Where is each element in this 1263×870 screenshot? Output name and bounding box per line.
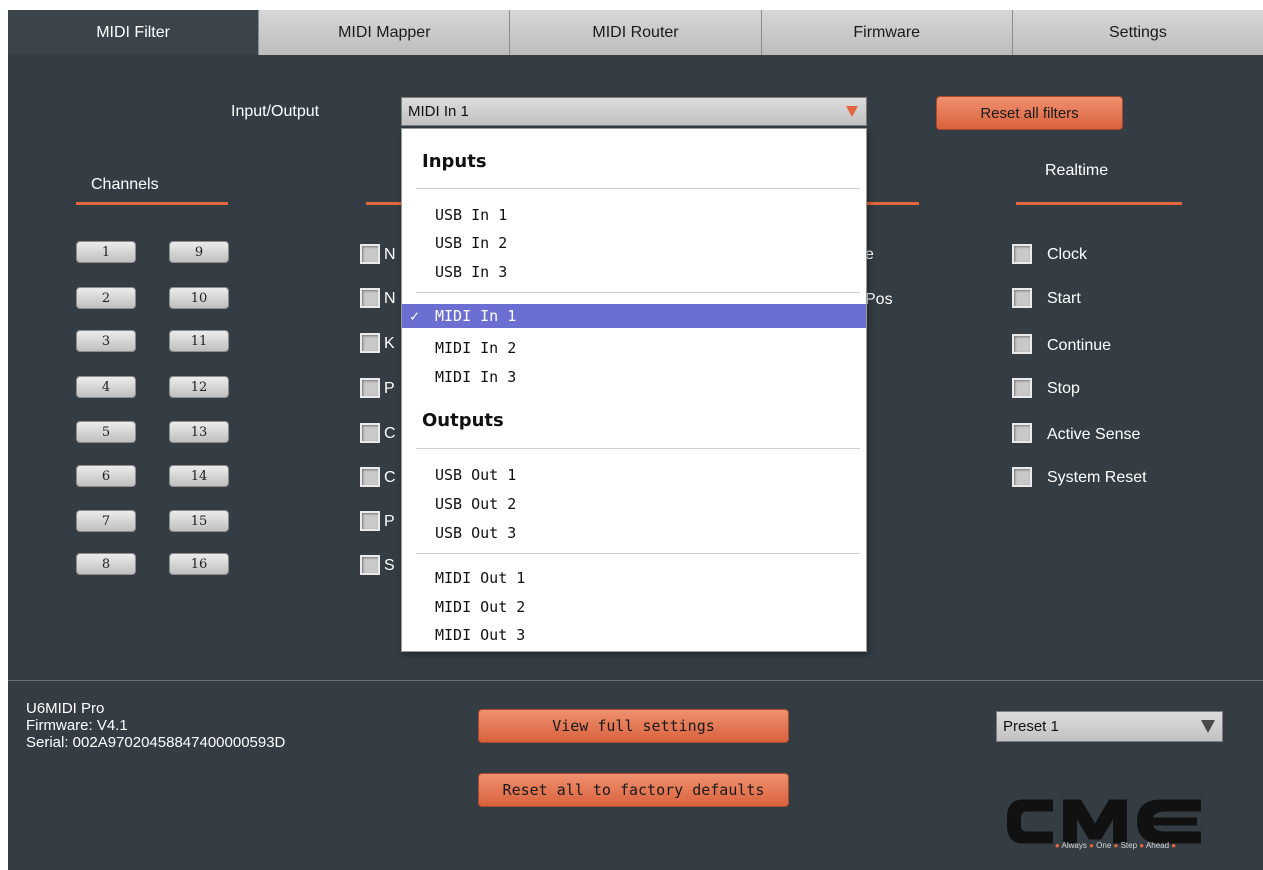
dropdown-option-midi-out-2[interactable]: MIDI Out 2 [435, 598, 525, 616]
realtime-underline [1016, 202, 1182, 205]
voice-filter-checkbox[interactable] [360, 511, 380, 531]
voice-filter-label: P [384, 513, 395, 530]
dropdown-option-usb-out-2[interactable]: USB Out 2 [435, 495, 516, 513]
input-output-label: Input/Output [231, 103, 320, 120]
dropdown-option-midi-out-1[interactable]: MIDI Out 1 [435, 569, 525, 587]
app-window: MIDI Filter MIDI Mapper MIDI Router Firm… [8, 10, 1263, 870]
voice-filter-label: C [384, 469, 396, 486]
channels-heading: Channels [91, 176, 159, 193]
input-output-value: MIDI In 1 [408, 103, 469, 120]
dropdown-arrow-icon[interactable] [842, 101, 862, 121]
channel-16-button[interactable]: 16 [169, 553, 229, 575]
system-reset-checkbox[interactable] [1012, 467, 1032, 487]
channel-1-button[interactable]: 1 [76, 241, 136, 263]
dropdown-option-midi-in-1[interactable]: ✓ MIDI In 1 [402, 304, 866, 328]
channel-14-button[interactable]: 14 [169, 465, 229, 487]
voice-filter-label: N [384, 290, 396, 307]
dropdown-option-label: MIDI In 1 [435, 307, 517, 325]
preset-select[interactable]: Preset 1 [996, 711, 1223, 742]
channel-7-button[interactable]: 7 [76, 510, 136, 532]
active-sense-checkbox[interactable] [1012, 423, 1032, 443]
channel-6-button[interactable]: 6 [76, 465, 136, 487]
dropdown-option-midi-out-3[interactable]: MIDI Out 3 [435, 626, 525, 644]
system-reset-label: System Reset [1047, 469, 1147, 486]
stop-checkbox[interactable] [1012, 378, 1032, 398]
voice-filter-label: K [384, 335, 395, 352]
continue-label: Continue [1047, 337, 1112, 354]
continue-checkbox[interactable] [1012, 334, 1032, 354]
channel-15-button[interactable]: 15 [169, 510, 229, 532]
channel-11-button[interactable]: 11 [169, 330, 229, 352]
dropdown-option-usb-in-2[interactable]: USB In 2 [435, 234, 507, 252]
input-output-dropdown-list: Inputs USB In 1 USB In 2 USB In 3 ✓ MIDI… [401, 128, 867, 652]
voice-filter-label: C [384, 425, 396, 442]
system-underline [866, 202, 919, 205]
dropdown-separator [416, 292, 860, 293]
voice-underline [366, 202, 406, 205]
channel-4-button[interactable]: 4 [76, 376, 136, 398]
channel-9-button[interactable]: 9 [169, 241, 229, 263]
channel-2-button[interactable]: 2 [76, 287, 136, 309]
stop-label: Stop [1047, 380, 1080, 397]
voice-filter-checkbox[interactable] [360, 555, 380, 575]
system-filter-label: Pos [865, 291, 893, 308]
preset-dropdown-arrow-icon[interactable] [1198, 716, 1218, 736]
dropdown-option-usb-in-1[interactable]: USB In 1 [435, 206, 507, 224]
tab-settings[interactable]: Settings [1012, 10, 1263, 55]
channel-8-button[interactable]: 8 [76, 553, 136, 575]
tab-firmware[interactable]: Firmware [761, 10, 1013, 55]
footer-divider [8, 680, 1263, 681]
voice-filter-label: S [384, 557, 395, 574]
dropdown-option-midi-in-2[interactable]: MIDI In 2 [435, 339, 516, 357]
clock-checkbox[interactable] [1012, 244, 1032, 264]
logo-tagline: ● Always ● One ● Step ● Ahead ● [1054, 841, 1177, 850]
tab-bar: MIDI Filter MIDI Mapper MIDI Router Firm… [8, 10, 1263, 55]
channel-12-button[interactable]: 12 [169, 376, 229, 398]
dropdown-option-usb-in-3[interactable]: USB In 3 [435, 263, 507, 281]
tab-midi-filter[interactable]: MIDI Filter [8, 10, 260, 55]
reset-all-filters-button[interactable]: Reset all filters [936, 96, 1123, 130]
reset-factory-defaults-button[interactable]: Reset all to factory defaults [478, 773, 789, 807]
dropdown-option-midi-in-3[interactable]: MIDI In 3 [435, 368, 516, 386]
voice-filter-checkbox[interactable] [360, 467, 380, 487]
tab-midi-mapper[interactable]: MIDI Mapper [259, 10, 511, 55]
voice-filter-checkbox[interactable] [360, 333, 380, 353]
voice-filter-label: P [384, 380, 395, 397]
checkmark-icon: ✓ [410, 307, 420, 325]
device-name: U6MIDI Pro [26, 700, 105, 717]
voice-filter-checkbox[interactable] [360, 378, 380, 398]
clock-label: Clock [1047, 246, 1088, 263]
channel-13-button[interactable]: 13 [169, 421, 229, 443]
view-full-settings-button[interactable]: View full settings [478, 709, 789, 743]
dropdown-option-usb-out-1[interactable]: USB Out 1 [435, 466, 516, 484]
preset-value: Preset 1 [1003, 718, 1059, 735]
voice-filter-checkbox[interactable] [360, 244, 380, 264]
channel-3-button[interactable]: 3 [76, 330, 136, 352]
device-serial: Serial: 002A97020458847400000593D [26, 734, 286, 751]
dropdown-separator [416, 448, 860, 449]
outputs-group-header: Outputs [422, 410, 504, 431]
channels-underline [76, 202, 228, 205]
start-label: Start [1047, 290, 1081, 307]
channel-5-button[interactable]: 5 [76, 421, 136, 443]
active-sense-label: Active Sense [1047, 426, 1141, 443]
input-output-select[interactable]: MIDI In 1 [401, 97, 867, 126]
dropdown-option-usb-out-3[interactable]: USB Out 3 [435, 524, 516, 542]
dropdown-separator [416, 188, 860, 189]
voice-filter-checkbox[interactable] [360, 423, 380, 443]
realtime-heading: Realtime [1045, 162, 1109, 179]
channel-10-button[interactable]: 10 [169, 287, 229, 309]
dropdown-separator [416, 553, 860, 554]
start-checkbox[interactable] [1012, 288, 1032, 308]
firmware-version: Firmware: V4.1 [26, 717, 128, 734]
voice-filter-label: N [384, 246, 396, 263]
tab-midi-router[interactable]: MIDI Router [510, 10, 762, 55]
inputs-group-header: Inputs [422, 151, 487, 172]
voice-filter-checkbox[interactable] [360, 288, 380, 308]
